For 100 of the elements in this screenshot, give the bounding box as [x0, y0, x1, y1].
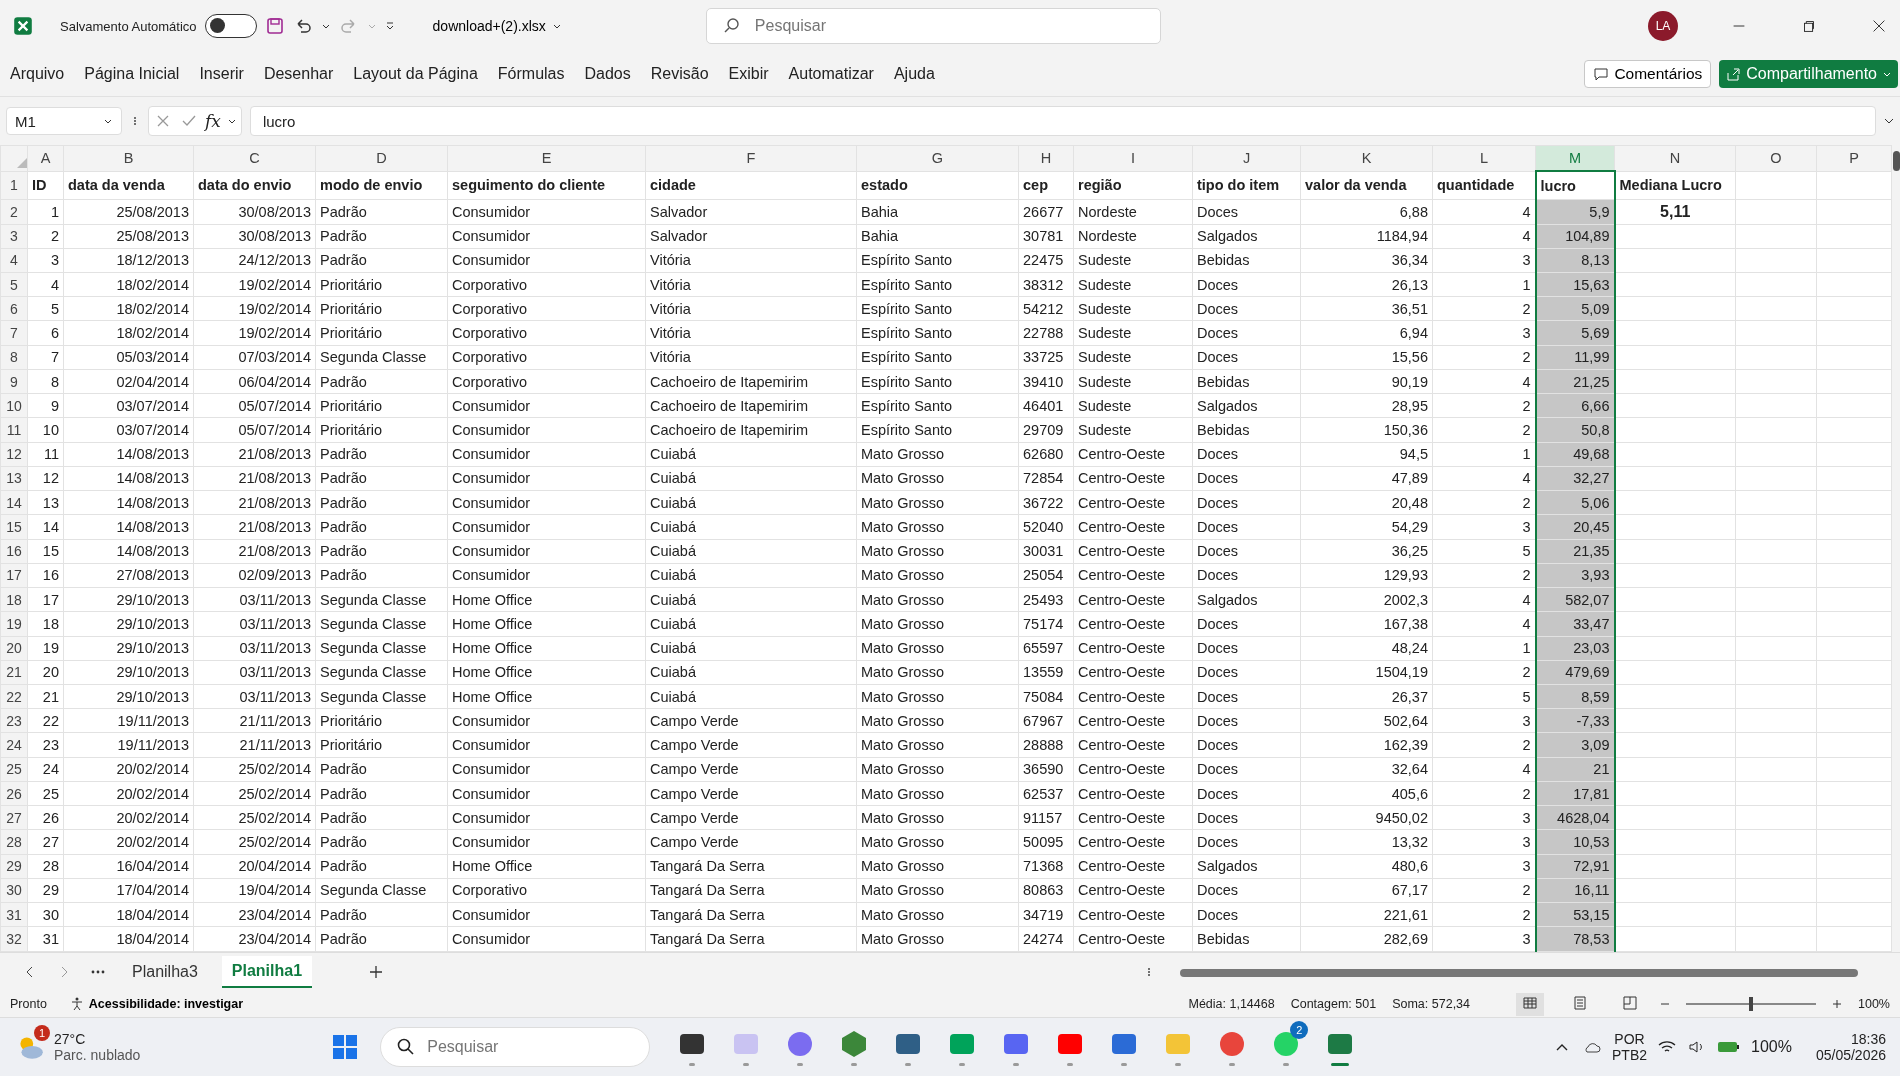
menu-tab[interactable]: Inserir: [189, 59, 254, 89]
row-number[interactable]: 1: [0, 171, 28, 200]
table-cell: 53,15: [1573, 906, 1610, 923]
row-number[interactable]: 32: [0, 926, 28, 952]
zoom-in-icon[interactable]: [1832, 999, 1842, 1009]
language-indicator[interactable]: POR PTB2: [1612, 1031, 1647, 1063]
row-number[interactable]: 31: [0, 902, 28, 927]
row-number[interactable]: 10: [0, 393, 28, 418]
header-cell: data do envio: [198, 177, 292, 194]
table-cell: Centro-Oeste: [1078, 858, 1166, 875]
row-number[interactable]: 17: [0, 563, 28, 588]
table-cell: 8: [50, 373, 59, 390]
column-header[interactable]: P: [1816, 145, 1892, 171]
row-number[interactable]: 14: [0, 490, 28, 515]
menu-tab[interactable]: Layout da Página: [343, 59, 488, 89]
row-number[interactable]: 15: [0, 514, 28, 540]
row-number[interactable]: 22: [0, 684, 28, 709]
row-number[interactable]: 7: [0, 320, 28, 346]
menu-tab[interactable]: Revisão: [640, 59, 719, 89]
row-number[interactable]: 12: [0, 442, 28, 467]
row-number[interactable]: 21: [0, 660, 28, 685]
table-cell: 65597: [1023, 640, 1064, 657]
table-cell: 21,25: [1573, 373, 1610, 390]
row-number[interactable]: 26: [0, 781, 28, 806]
column-header[interactable]: A: [27, 145, 64, 171]
column-header[interactable]: N: [1614, 145, 1736, 171]
normal-view-button[interactable]: [1516, 992, 1544, 1016]
expand-icon[interactable]: [1884, 116, 1894, 126]
sheet-tab[interactable]: Planilha1: [221, 956, 313, 988]
column-header[interactable]: M: [1535, 145, 1615, 171]
row-number[interactable]: 13: [0, 466, 28, 491]
column-header[interactable]: B: [63, 145, 194, 171]
row-number[interactable]: 29: [0, 854, 28, 879]
row-number[interactable]: 28: [0, 829, 28, 855]
customize-icon[interactable]: [384, 21, 395, 31]
column-header[interactable]: G: [856, 145, 1019, 171]
column-header[interactable]: C: [193, 145, 316, 171]
menu-tab[interactable]: Página Inicial: [74, 59, 190, 89]
column-header[interactable]: I: [1073, 145, 1193, 171]
row-number[interactable]: 3: [0, 224, 28, 249]
column-header[interactable]: J: [1192, 145, 1301, 171]
table-cell: 67967: [1023, 712, 1064, 729]
menu-tab[interactable]: Fórmulas: [487, 59, 575, 89]
search-field[interactable]: Pesquisar: [705, 8, 1161, 44]
row-number[interactable]: 9: [0, 369, 28, 394]
share-button[interactable]: Compartilhamento: [1719, 60, 1898, 88]
name-box[interactable]: M1: [6, 107, 122, 135]
row-number[interactable]: 11: [0, 417, 28, 443]
column-header[interactable]: E: [447, 145, 646, 171]
column-header[interactable]: D: [315, 145, 448, 171]
table-cell: 25054: [1023, 567, 1064, 584]
row-number[interactable]: 16: [0, 539, 28, 564]
row-number[interactable]: 25: [0, 757, 28, 782]
row-number[interactable]: 4: [0, 248, 28, 273]
table-cell: 10,53: [1573, 834, 1610, 850]
menu-tab[interactable]: Desenhar: [253, 59, 344, 89]
header-cell: ID: [32, 177, 47, 194]
row-number[interactable]: 5: [0, 272, 28, 297]
column-header[interactable]: H: [1018, 145, 1074, 171]
temperature-text: 27°C: [54, 1031, 87, 1047]
row-number[interactable]: 2: [0, 199, 28, 224]
sheet-tab[interactable]: Planilha3: [122, 957, 208, 987]
battery-text[interactable]: 100%: [1751, 1038, 1792, 1056]
menu-tab[interactable]: Ajuda: [883, 59, 945, 89]
table-cell: Mato Grosso: [861, 906, 944, 923]
menu-tab[interactable]: Arquivo: [0, 59, 75, 89]
row-number[interactable]: 6: [0, 296, 28, 321]
row-number[interactable]: 27: [0, 805, 28, 830]
user-avatar[interactable]: LA: [1648, 11, 1678, 41]
table-cell: 3: [1522, 809, 1531, 826]
save-icon[interactable]: [264, 16, 285, 36]
row-number[interactable]: 8: [0, 345, 28, 370]
row-number[interactable]: 18: [0, 587, 28, 612]
table-cell: 24274: [1023, 931, 1064, 948]
file-name-button[interactable]: download+(2).xlsx: [426, 17, 568, 35]
column-header[interactable]: L: [1432, 145, 1536, 171]
row-number[interactable]: 19: [0, 611, 28, 636]
row-number[interactable]: 24: [0, 732, 28, 758]
table-cell: 25/02/2014: [238, 809, 311, 826]
clock[interactable]: 18:36 05/05/2026: [1815, 1031, 1886, 1063]
column-header[interactable]: K: [1300, 145, 1433, 171]
table-cell: Mato Grosso: [861, 591, 944, 608]
table-cell: 221,61: [1383, 906, 1428, 923]
insert-function-button[interactable]: fx: [205, 111, 221, 131]
autosave-toggle[interactable]: [204, 14, 257, 38]
formula-field[interactable]: lucro: [249, 106, 1876, 136]
row-number[interactable]: 30: [0, 878, 28, 903]
table-cell: 1: [1522, 276, 1531, 293]
menu-tab[interactable]: Exibir: [718, 59, 779, 89]
row-number[interactable]: 20: [0, 636, 28, 661]
zoom-level[interactable]: 100%: [1858, 997, 1890, 1011]
accessibility-button[interactable]: Acessibilidade: investigar: [62, 995, 250, 1013]
vertical-scrollbar[interactable]: [1892, 145, 1900, 952]
comments-button[interactable]: Comentários: [1584, 60, 1712, 88]
menu-tab[interactable]: Dados: [574, 59, 641, 89]
menu-tab[interactable]: Automatizar: [778, 59, 884, 89]
row-number[interactable]: 23: [0, 708, 28, 733]
column-header[interactable]: O: [1735, 145, 1817, 171]
column-header[interactable]: F: [645, 145, 857, 171]
taskbar-search-field[interactable]: Pesquisar: [380, 1027, 651, 1067]
